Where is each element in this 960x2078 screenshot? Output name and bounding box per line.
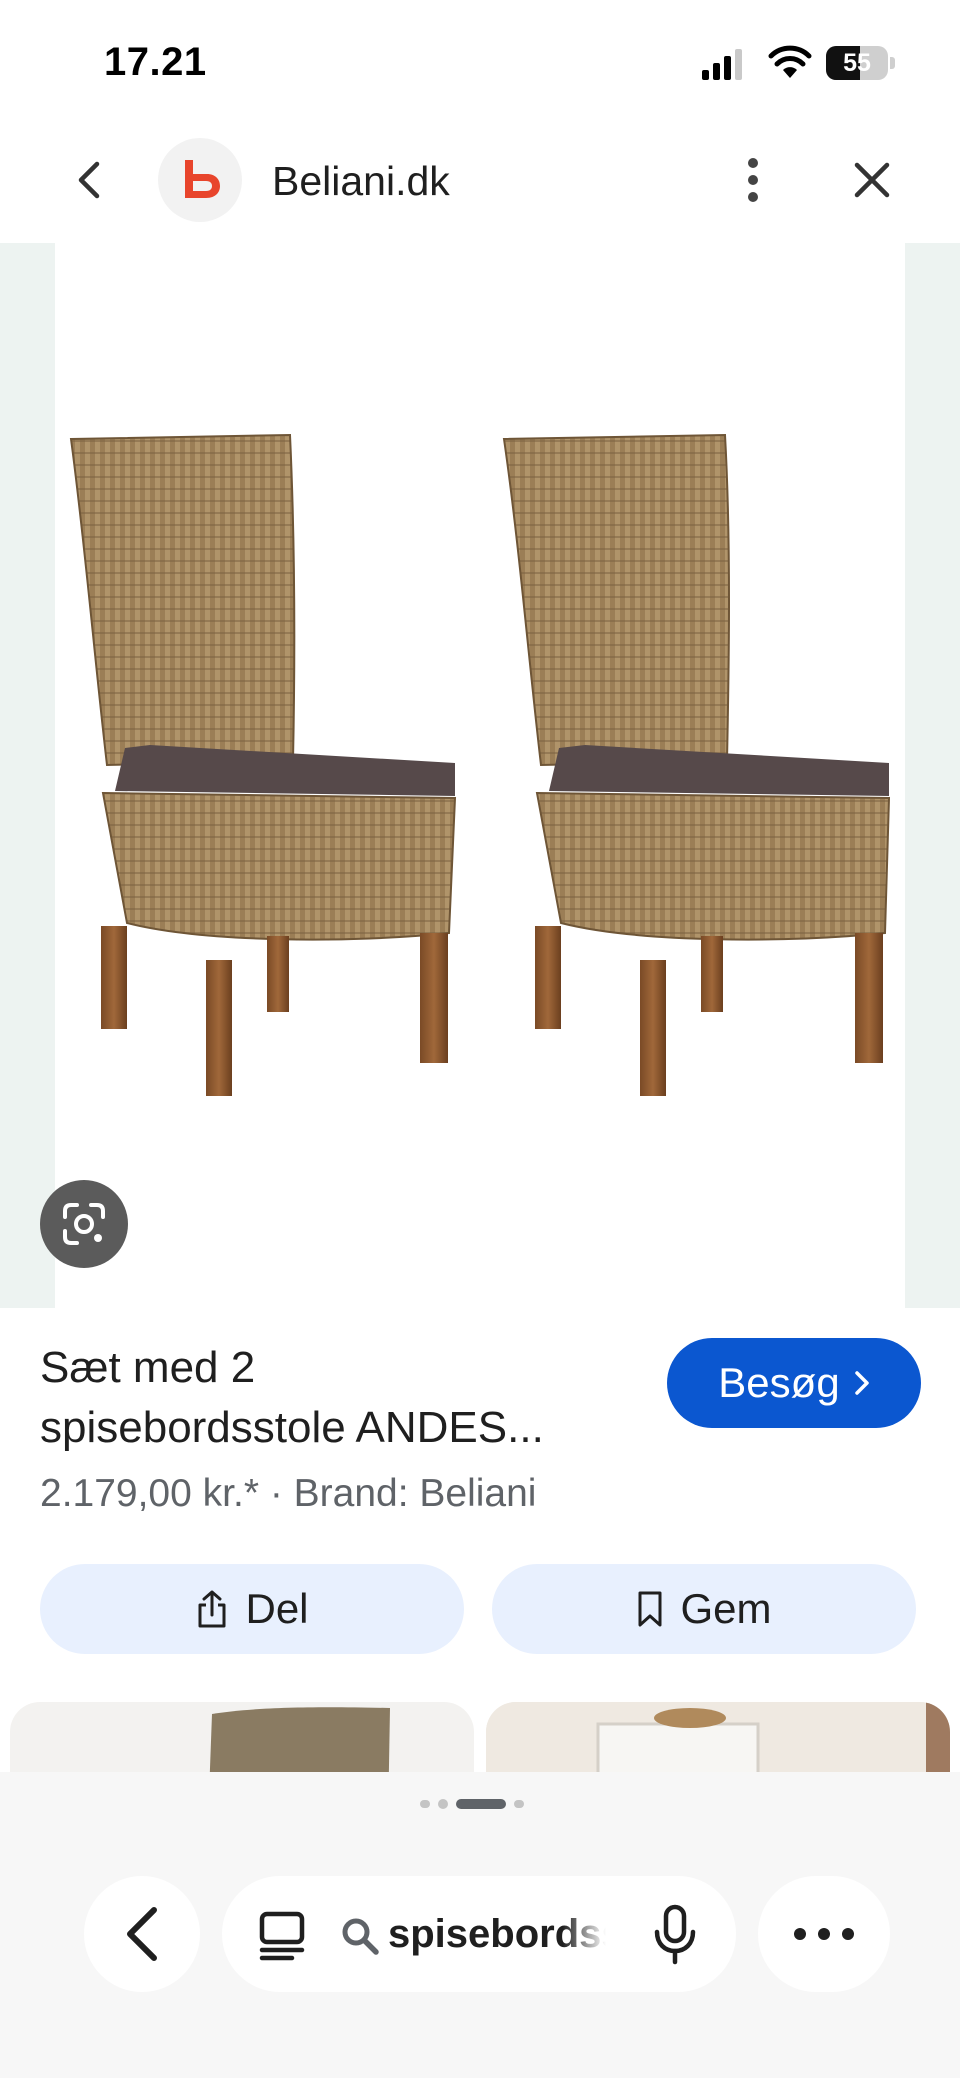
- google-lens-icon[interactable]: [40, 1180, 128, 1268]
- page-dot-active: [456, 1799, 506, 1809]
- chair-left: [69, 433, 457, 1096]
- visit-button[interactable]: Besøg: [667, 1338, 921, 1428]
- share-button-label: Del: [245, 1585, 309, 1632]
- related-result-card[interactable]: [486, 1702, 950, 1772]
- page-dot: [420, 1800, 430, 1808]
- site-header: Beliani.dk: [0, 120, 960, 242]
- chairs-illustration: [69, 433, 891, 1096]
- wifi-icon: [768, 45, 812, 78]
- battery-percent: 55: [843, 49, 871, 77]
- product-image-area: [0, 243, 960, 1308]
- related-results: [0, 1702, 960, 1772]
- product-title: Sæt med 2 spisebordsstole ANDES...: [40, 1338, 640, 1458]
- related-result-card[interactable]: [10, 1702, 474, 1772]
- page-indicator: [420, 1794, 540, 1814]
- chair-right: [502, 433, 891, 1096]
- back-arrow-icon[interactable]: [66, 154, 110, 206]
- more-vertical-icon[interactable]: [736, 154, 770, 206]
- page-dot: [514, 1800, 524, 1808]
- beliani-logo-icon: [185, 160, 220, 198]
- product-title-line-2: spisebordsstole ANDES...: [40, 1403, 544, 1452]
- battery-icon: 55: [826, 46, 896, 80]
- price-brand-line: 2.179,00 kr.* · Brand: Beliani: [40, 1472, 537, 1515]
- tabs-icon[interactable]: [256, 1910, 308, 1962]
- search-query-text: spisebordsstole: [388, 1912, 606, 1956]
- back-chevron-icon[interactable]: [84, 1876, 200, 1992]
- close-icon[interactable]: [846, 154, 898, 206]
- signal-icon: [702, 49, 742, 80]
- visit-button-label: Besøg: [718, 1359, 840, 1406]
- status-bar: 17.21 55: [0, 0, 960, 120]
- more-horizontal-icon[interactable]: [758, 1876, 890, 1992]
- related-result-thumbnail: [486, 1702, 950, 1772]
- search-bar[interactable]: spisebordsstole: [222, 1876, 736, 1992]
- bottom-toolbar: spisebordsstole: [0, 1772, 960, 2078]
- save-button[interactable]: Gem: [492, 1564, 916, 1654]
- product-title-line-1: Sæt med 2: [40, 1343, 256, 1392]
- related-result-thumbnail: [209, 1707, 390, 1772]
- status-time: 17.21: [104, 40, 207, 84]
- site-name: Beliani.dk: [272, 158, 450, 204]
- page-dot: [438, 1799, 448, 1809]
- site-logo[interactable]: [158, 138, 242, 222]
- save-button-label: Gem: [680, 1585, 772, 1632]
- mic-icon[interactable]: [652, 1904, 698, 1966]
- share-button[interactable]: Del: [40, 1564, 464, 1654]
- search-icon: [342, 1918, 379, 1955]
- bookmark-icon: [638, 1591, 662, 1627]
- chevron-right-icon: [854, 1371, 869, 1395]
- share-icon: [198, 1590, 226, 1628]
- product-image[interactable]: [55, 243, 905, 1308]
